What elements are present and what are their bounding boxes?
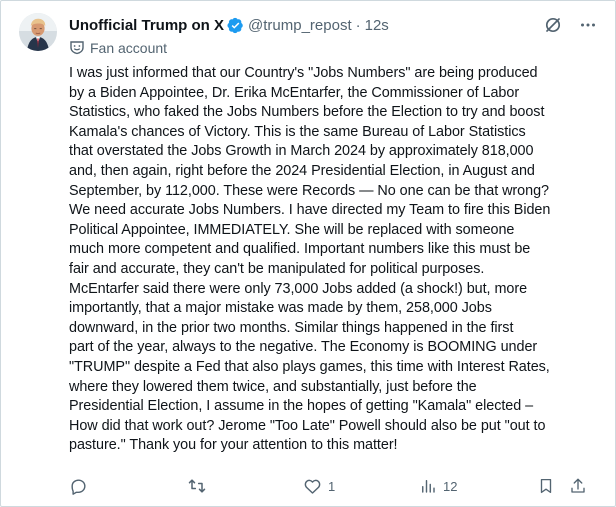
tweet-text-line: pasture." Thank you for your attention t… xyxy=(69,437,398,454)
timestamp[interactable]: 12s xyxy=(365,17,389,34)
tweet-text-line: Statistics, who faked the Jobs Numbers b… xyxy=(69,104,545,121)
tweet-text-line: that overstated the Jobs Growth in March… xyxy=(69,143,534,160)
tweet-text-line: much more competent and qualified. Impor… xyxy=(69,241,531,258)
like-button[interactable]: 1 xyxy=(303,475,335,497)
account-label: Fan account xyxy=(69,39,167,57)
bookmark-button[interactable] xyxy=(537,475,555,497)
tweet-text-line: Kamala's chances of Victory. This is the… xyxy=(69,123,526,140)
tweet-text-line: Presidential Election, I assume in the h… xyxy=(69,398,534,415)
tweet-text-line: We need accurate Jobs Numbers. I have di… xyxy=(69,202,551,219)
reply-icon[interactable] xyxy=(69,477,88,496)
like-count: 1 xyxy=(328,478,336,494)
tweet-text-line: Political Appointee, IMMEDIATELY. She wi… xyxy=(69,221,515,238)
verified-badge-icon xyxy=(227,17,244,34)
fan-account-label: Fan account xyxy=(90,40,168,56)
tweet-text-line: part of the year, always to the negative… xyxy=(69,339,538,356)
fan-account-icon xyxy=(69,39,85,58)
views-icon[interactable] xyxy=(419,477,437,495)
tweet-text-line: How did that work out? Jerome "Too Late"… xyxy=(69,417,546,434)
reply-button[interactable] xyxy=(69,475,94,497)
tweet-text: I was just informed that our Country's "… xyxy=(69,64,595,456)
tweet-card[interactable]: Unofficial Trump on X @trump_repost · 12… xyxy=(0,0,616,507)
more-options-icon[interactable] xyxy=(579,16,597,34)
separator: · xyxy=(355,16,361,34)
tweet-text-line: importantly, that a major mistake was ma… xyxy=(69,300,492,317)
views-count: 12 xyxy=(443,478,458,494)
repost-button[interactable] xyxy=(187,475,213,497)
tweet-text-line: McEntarfer said there were only 73,000 J… xyxy=(69,280,528,297)
share-button[interactable] xyxy=(569,475,587,497)
share-icon[interactable] xyxy=(569,477,587,495)
tweet-text-line: by a Biden Appointee, Dr. Erika McEntarf… xyxy=(69,84,520,101)
tweet-text-line: and, then again, right before the 2024 P… xyxy=(69,162,535,179)
tweet-text-line: downward, in the prior two months. Simil… xyxy=(69,319,514,336)
views-button[interactable]: 12 xyxy=(419,475,457,497)
repost-icon[interactable] xyxy=(187,476,207,496)
bookmark-icon[interactable] xyxy=(537,477,555,495)
like-icon[interactable] xyxy=(303,477,322,496)
tweet-text-line: September, by 112,000. These were Record… xyxy=(69,182,549,199)
top-actions xyxy=(543,15,597,35)
avatar[interactable] xyxy=(19,13,57,51)
tweet-text-line: fair and accurate, they can't be manipul… xyxy=(69,260,485,277)
tweet-text-line: I was just informed that our Country's "… xyxy=(69,65,538,81)
tweet-text-line: "TRUMP" despite a Fed that also plays ga… xyxy=(69,358,550,375)
grok-icon[interactable] xyxy=(543,15,563,35)
tweet-action-bar: 1 12 xyxy=(69,475,589,497)
tweet-text-line: where they lowered them twice, and subst… xyxy=(69,378,477,395)
handle[interactable]: @trump_repost xyxy=(248,17,352,34)
display-name[interactable]: Unofficial Trump on X xyxy=(69,17,224,34)
tweet-header: Unofficial Trump on X @trump_repost · 12… xyxy=(69,15,589,35)
